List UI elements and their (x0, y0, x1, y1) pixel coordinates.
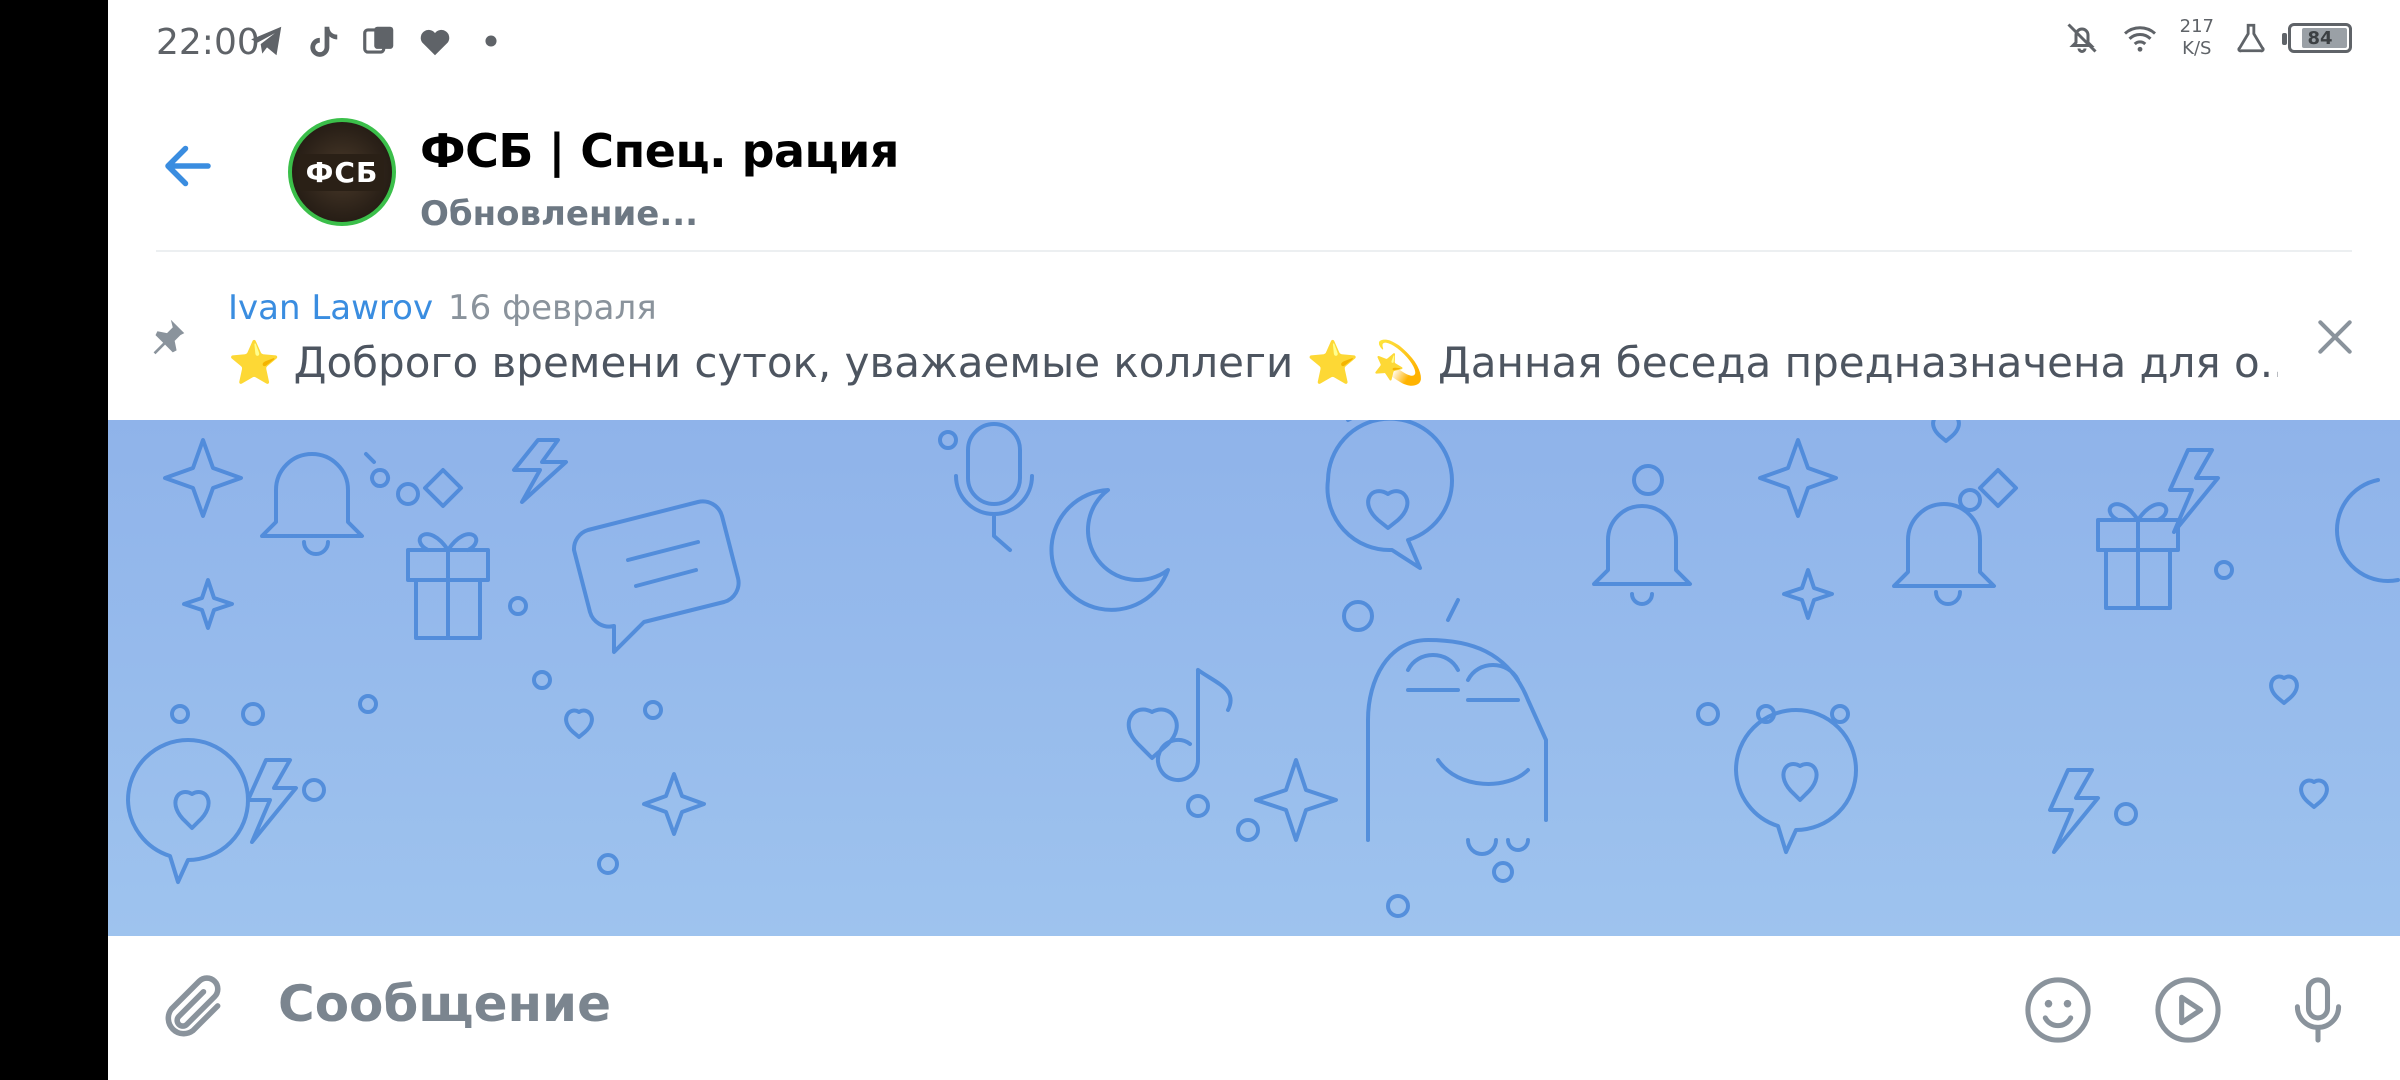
pinned-text: ⭐ Доброго времени суток, уважаемые колле… (228, 338, 2278, 387)
heart-icon (420, 29, 450, 56)
emoji-icon[interactable] (2020, 972, 2096, 1048)
telegram-chat-screen: 22:00 217 K/S 84 ФСБ ФСБ | Спец. рация О… (108, 0, 2400, 1080)
network-speed-value: 217 (2179, 16, 2214, 37)
status-bar: 22:00 217 K/S 84 (108, 0, 2400, 84)
dot-icon (485, 35, 497, 47)
chat-header: ФСБ ФСБ | Спец. рация Обновление... (108, 84, 2400, 252)
attach-icon[interactable] (156, 972, 230, 1046)
message-input[interactable] (278, 964, 2078, 1044)
chat-title[interactable]: ФСБ | Спец. рация (420, 124, 899, 178)
chat-background (108, 420, 2400, 936)
bot-commands-icon[interactable] (2150, 972, 2226, 1048)
chat-status: Обновление... (420, 194, 699, 234)
tiktok-icon (310, 26, 338, 57)
arrow-back-icon (165, 145, 211, 187)
app-icon (363, 26, 394, 54)
avatar-text: ФСБ (299, 153, 385, 191)
battery-level: 84 (2307, 27, 2333, 49)
lab-icon (2237, 23, 2265, 53)
message-input-bar (108, 936, 2400, 1080)
close-pinned-button[interactable] (2310, 312, 2360, 362)
wifi-icon (2123, 26, 2156, 52)
pin-icon (153, 319, 185, 355)
pinned-message-bar[interactable]: Ivan Lawrov 16 февраля ⭐ Доброго времени… (108, 252, 2400, 420)
microphone-icon[interactable] (2280, 972, 2356, 1048)
pinned-date: 16 февраля (448, 288, 657, 328)
back-button[interactable] (156, 134, 220, 198)
telegram-icon (251, 26, 282, 56)
status-right-icons: 217 K/S 84 (2064, 16, 2352, 60)
pinned-author: Ivan Lawrov (228, 288, 434, 328)
status-time: 22:00 (156, 22, 260, 63)
battery-icon: 84 (2282, 23, 2352, 53)
chat-background-pattern (126, 420, 2400, 918)
chat-avatar[interactable]: ФСБ (288, 118, 396, 226)
network-speed-unit: K/S (2182, 38, 2212, 59)
network-speed: 217 K/S (2180, 16, 2214, 60)
notifications-off-icon (2067, 23, 2097, 53)
close-icon (2318, 320, 2352, 354)
left-black-bar (0, 0, 108, 1080)
status-left-icons (248, 22, 510, 60)
